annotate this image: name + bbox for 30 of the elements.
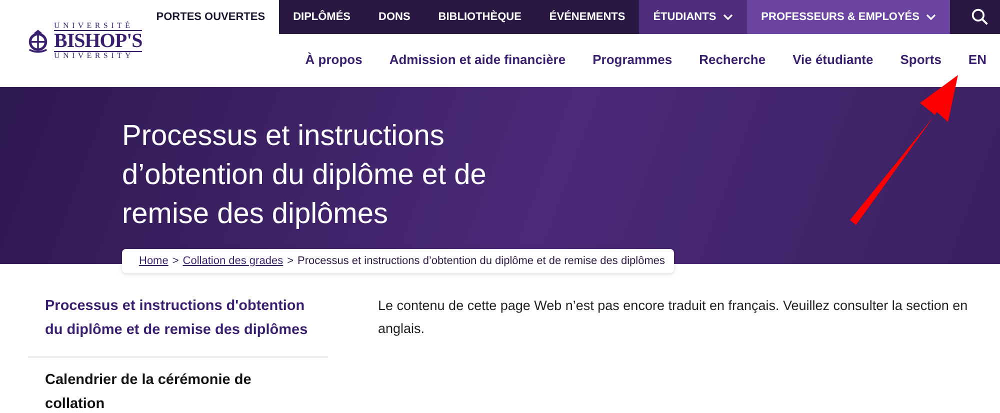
logo-text: BISHOP'S	[54, 30, 142, 52]
top-nav-link[interactable]: DIPLÔMÉS	[279, 0, 365, 34]
page-title: Processus et instructions d’obtention du diplôme et de remise des diplômes	[122, 119, 488, 232]
sidebar-link[interactable]: Calendrier de la cérémonie de collation	[28, 368, 328, 413]
logo-text: UNIVERSITY	[54, 52, 135, 60]
top-nav-link[interactable]: DONS	[364, 0, 424, 34]
breadcrumb-link[interactable]: Home	[139, 255, 168, 267]
caret-icon	[926, 14, 936, 20]
university-logo[interactable]: UNIVERSITÉ BISHOP'S UNIVERSITY	[0, 0, 142, 60]
top-nav-link[interactable]: ÉTUDIANTS	[639, 0, 748, 34]
main-nav-link[interactable]: Recherche	[699, 52, 766, 67]
main-nav-link[interactable]: Sports	[900, 52, 942, 67]
content-paragraph: Le contenu de cette page Web n’est pas encore traduit en français. Veuillez consulter la section en anglais.	[378, 297, 969, 338]
breadcrumb-link[interactable]: Collation des grades	[182, 255, 284, 267]
main-nav-link[interactable]: Vie étudiante	[792, 52, 874, 67]
breadcrumb-text: >	[287, 255, 294, 267]
top-nav-link[interactable]: PROFESSEURS & EMPLOYÉS	[747, 0, 950, 34]
main-nav-link[interactable]: EN	[968, 52, 986, 67]
breadcrumb-text: >	[172, 255, 179, 267]
breadcrumb-text: Processus et instructions d’obtention du diplôme et de remise des diplômes	[298, 255, 665, 267]
caret-icon	[723, 14, 734, 20]
logo-text: UNIVERSITÉ	[54, 22, 134, 30]
top-nav-link[interactable]: ÉVÉNEMENTS	[535, 0, 640, 34]
search-icon	[970, 8, 989, 26]
top-nav-link[interactable]: BIBLIOTHÈQUE	[424, 0, 536, 34]
main-nav-link[interactable]: Admission et aide financière	[389, 52, 566, 67]
search-button[interactable]	[950, 0, 1000, 34]
main-nav-link[interactable]: À propos	[305, 52, 362, 67]
main-nav-link[interactable]: Programmes	[592, 52, 672, 67]
sidebar-link[interactable]: Processus et instructions d'obtention du diplôme et de remise des diplômes	[28, 294, 328, 358]
